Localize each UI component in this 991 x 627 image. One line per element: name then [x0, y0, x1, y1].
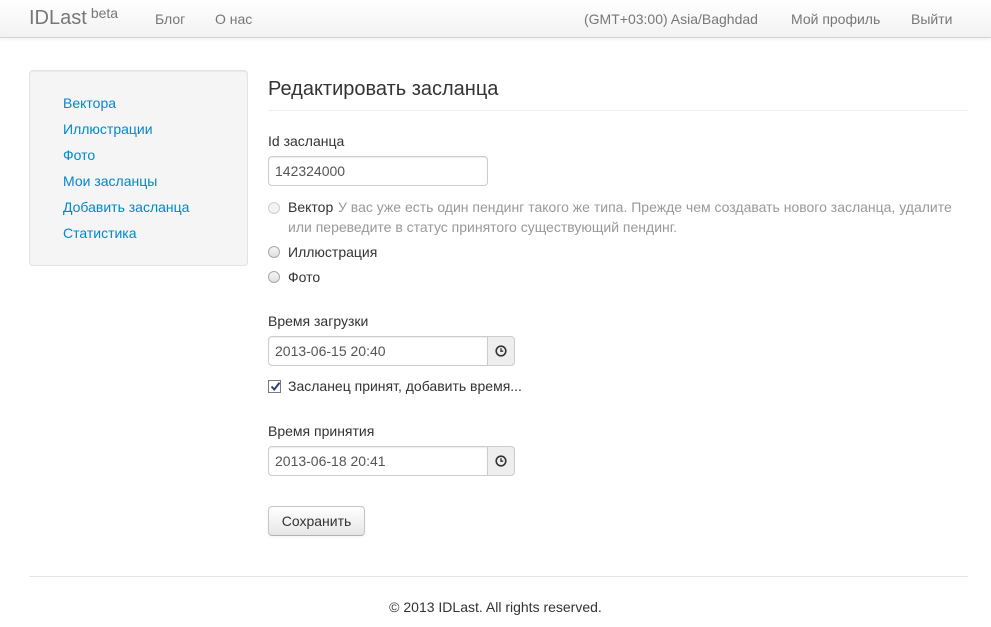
brand-logo[interactable]: IDLast beta	[29, 5, 119, 30]
type-radio-illustration-label: Иллюстрация	[288, 244, 378, 260]
page-title: Редактировать засланца	[268, 78, 499, 100]
accepted-checkbox-label: Засланец принят, добавить время...	[288, 378, 522, 394]
type-radio-photo[interactable]	[268, 271, 280, 283]
profile-link[interactable]: Мой профиль	[791, 11, 880, 27]
id-label: Id засланца	[268, 133, 345, 149]
save-button[interactable]: Сохранить	[268, 506, 365, 536]
accept-time-input[interactable]	[268, 446, 488, 476]
timezone-link[interactable]: (GMT+03:00) Asia/Baghdad	[584, 11, 758, 27]
upload-time-label: Время загрузки	[268, 313, 369, 329]
footer-divider	[29, 576, 968, 577]
beta-badge: beta	[90, 5, 119, 21]
upload-time-input[interactable]	[268, 336, 488, 366]
sidebar-nav: Вектора Иллюстрации Фото Мои засланцы До…	[29, 70, 248, 266]
footer-copyright: © 2013 IDLast. All rights reserved.	[389, 599, 602, 615]
clock-icon	[495, 345, 507, 357]
upload-time-picker-button[interactable]	[487, 336, 515, 366]
sidebar-item-add-item[interactable]: Добавить засланца	[63, 199, 189, 215]
sidebar-item-photos[interactable]: Фото	[63, 147, 95, 163]
sidebar-item-my-items[interactable]: Мои засланцы	[63, 173, 157, 189]
checkmark-icon	[270, 382, 281, 392]
logout-link[interactable]: Выйти	[911, 11, 952, 27]
sidebar-item-vectors[interactable]: Вектора	[63, 95, 116, 111]
sidebar-item-illustrations[interactable]: Иллюстрации	[63, 121, 153, 137]
top-navbar: IDLast beta Блог О нас (GMT+03:00) Asia/B…	[0, 0, 991, 38]
nav-about-link[interactable]: О нас	[215, 11, 252, 27]
type-radio-illustration[interactable]	[268, 246, 280, 258]
nav-blog-link[interactable]: Блог	[155, 11, 185, 27]
type-radio-vector[interactable]	[268, 202, 280, 214]
sidebar-item-statistics[interactable]: Статистика	[63, 225, 137, 241]
type-radio-photo-label: Фото	[288, 269, 321, 285]
clock-icon	[495, 455, 507, 467]
title-divider	[268, 110, 968, 111]
accept-time-label: Время принятия	[268, 423, 375, 439]
vector-help-text: У вас уже есть один пендинг такого же ти…	[338, 199, 952, 215]
accept-time-picker-button[interactable]	[487, 446, 515, 476]
id-input[interactable]	[268, 156, 488, 186]
type-radio-vector-label: Вектор	[288, 199, 334, 215]
vector-help-text-line2: или переведите в статус принятого сущест…	[288, 219, 678, 235]
accepted-checkbox[interactable]	[268, 380, 281, 393]
brand-name: IDLast	[29, 7, 87, 29]
